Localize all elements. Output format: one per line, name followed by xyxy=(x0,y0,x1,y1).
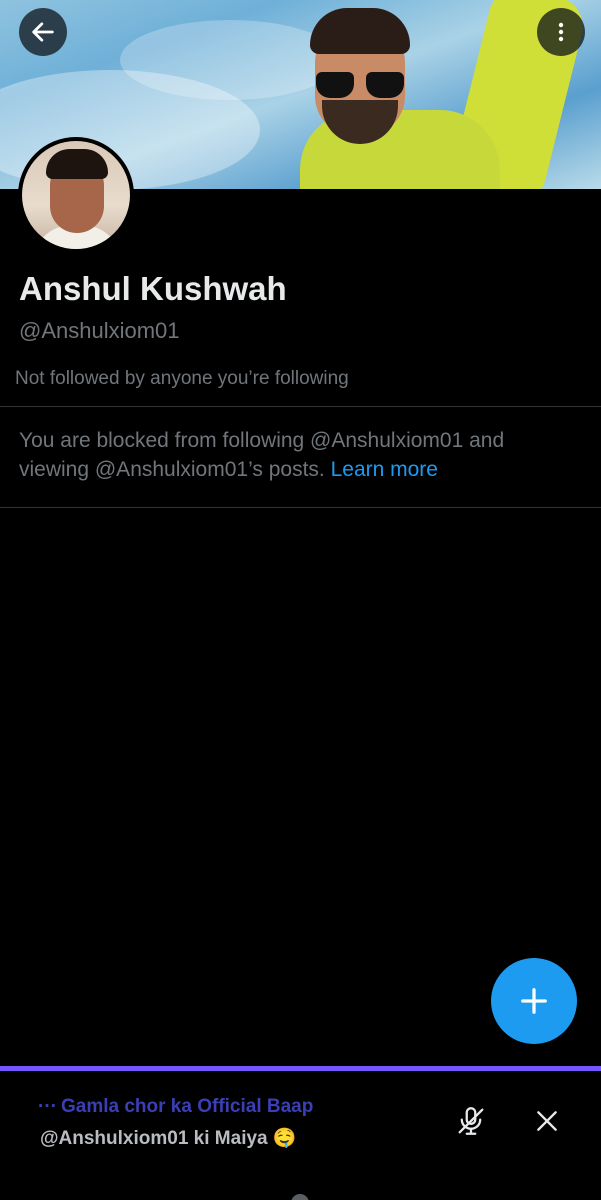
mic-toggle-button[interactable] xyxy=(450,1100,492,1142)
close-space-button[interactable] xyxy=(526,1100,568,1142)
profile-name: Anshul Kushwah xyxy=(19,270,287,307)
space-title-text: Gamla chor ka Official Baap xyxy=(60,1096,314,1117)
back-button[interactable] xyxy=(19,8,67,56)
close-icon xyxy=(537,1111,557,1131)
mic-muted-icon xyxy=(458,1107,484,1135)
more-vertical-icon xyxy=(558,22,564,42)
learn-more-link[interactable]: Learn more xyxy=(331,458,438,481)
profile-avatar[interactable] xyxy=(18,137,134,253)
blocked-notice: You are blocked from following @Anshulxi… xyxy=(19,426,579,484)
arrow-left-icon xyxy=(32,22,54,42)
space-live-indicator: ··· xyxy=(38,1096,57,1117)
plus-icon xyxy=(521,988,547,1014)
divider xyxy=(0,406,601,407)
divider xyxy=(0,507,601,508)
profile-handle: @Anshulxiom01 xyxy=(19,318,180,343)
space-host: @Anshulxiom01 ki Maiya 🤤 xyxy=(40,1128,297,1149)
space-title[interactable]: ··· Gamla chor ka Official Baap xyxy=(38,1096,313,1118)
compose-post-button[interactable] xyxy=(491,958,577,1044)
more-options-button[interactable] xyxy=(537,8,585,56)
followed-by-text: Not followed by anyone you’re following xyxy=(15,368,349,389)
